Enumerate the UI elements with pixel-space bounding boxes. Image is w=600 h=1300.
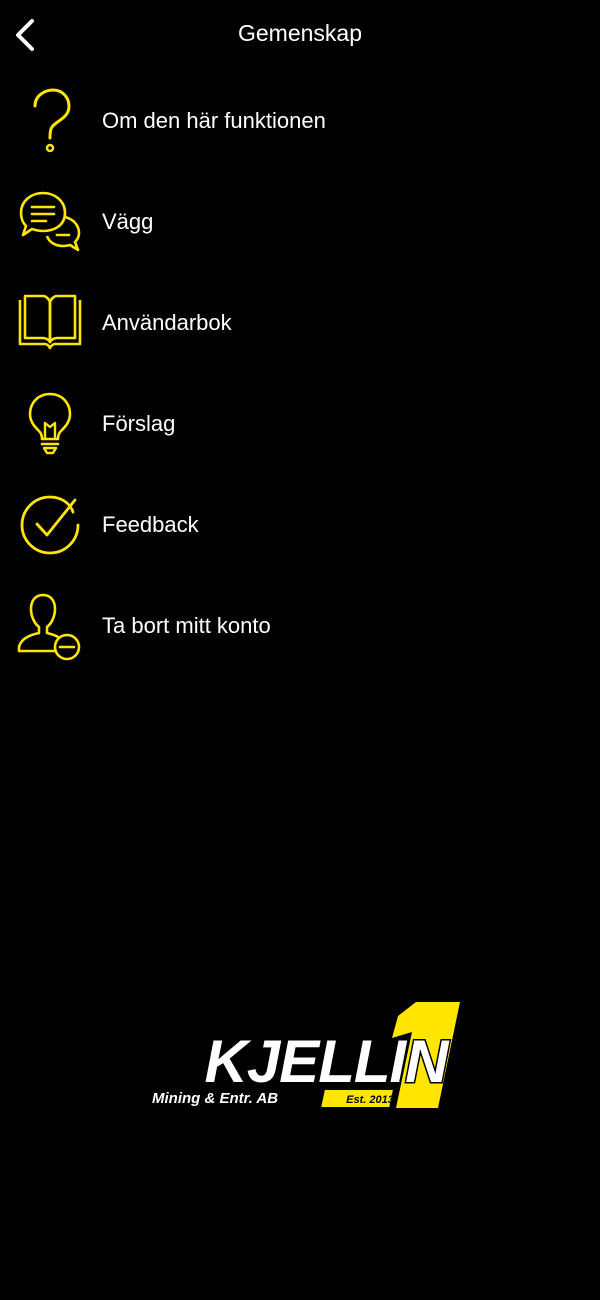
chat-bubbles-icon xyxy=(15,187,85,257)
remove-user-icon xyxy=(15,591,85,661)
menu-item-delete-account[interactable]: Ta bort mitt konto xyxy=(0,575,600,676)
menu-item-label: Feedback xyxy=(102,511,199,537)
menu-item-suggestions[interactable]: Förslag xyxy=(0,373,600,474)
logo-subtitle: Mining & Entr. AB xyxy=(152,1090,278,1107)
menu-item-user-guide[interactable]: Användarbok xyxy=(0,272,600,373)
menu-item-label: Användarbok xyxy=(102,309,232,335)
menu-item-about[interactable]: Om den här funktionen xyxy=(0,70,600,171)
logo-wordmark: KJELLIN xyxy=(204,1028,450,1095)
menu-item-label: Om den här funktionen xyxy=(102,107,326,133)
lightbulb-icon xyxy=(15,389,85,459)
menu-item-feedback[interactable]: Feedback xyxy=(0,474,600,575)
app-header: Gemenskap xyxy=(0,0,600,70)
page-title: Gemenskap xyxy=(237,20,362,46)
menu-item-label: Förslag xyxy=(102,410,176,436)
menu-item-label: Vägg xyxy=(102,208,154,234)
check-circle-icon xyxy=(15,490,85,560)
menu-list: Om den här funktionen Vägg Användarbok F… xyxy=(0,70,600,676)
menu-item-wall[interactable]: Vägg xyxy=(0,171,600,272)
menu-item-label: Ta bort mitt konto xyxy=(102,612,271,638)
question-mark-icon xyxy=(15,86,85,156)
logo-badge: Est. 2013 xyxy=(346,1094,394,1106)
company-logo: KJELLIN Mining & Entr. AB Est. 2013 xyxy=(148,1000,498,1112)
open-book-icon xyxy=(15,288,85,358)
